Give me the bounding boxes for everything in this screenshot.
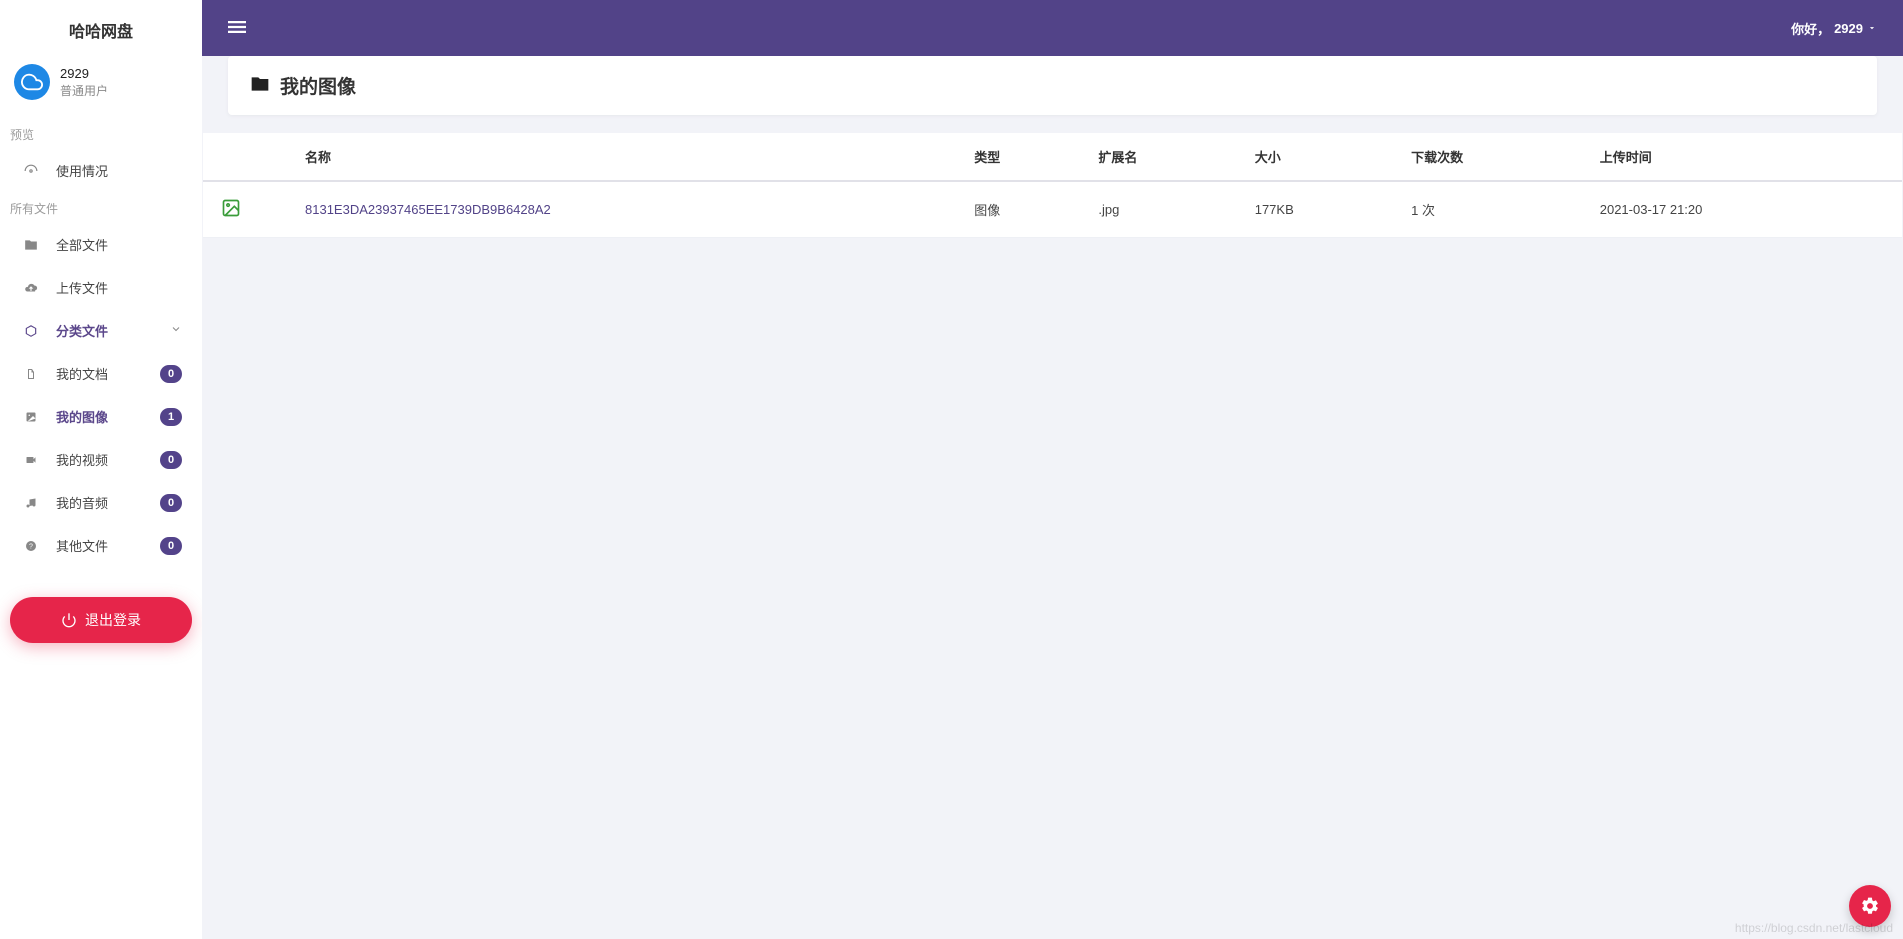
cube-icon — [20, 324, 42, 338]
sidebar-submenu: 我的文档 0 我的图像 1 我的视频 0 我的音频 0 ? 其他文件 0 — [0, 352, 202, 567]
count-badge: 0 — [160, 365, 182, 383]
chevron-down-icon — [170, 323, 182, 338]
cell-uploaded: 2021-03-17 21:20 — [1588, 181, 1902, 238]
sidebar-item-upload[interactable]: 上传文件 — [0, 266, 202, 309]
page-card: 我的图像 — [228, 56, 1877, 115]
files-table: 名称 类型 扩展名 大小 下载次数 上传时间 — [203, 133, 1902, 238]
th-ext: 扩展名 — [1086, 133, 1242, 181]
sidebar-item-label: 我的音频 — [56, 493, 160, 512]
topbar: 你好， 2929 — [202, 0, 1903, 56]
brand-logo: 哈哈网盘 — [0, 0, 202, 56]
greeting-username: 2929 — [1834, 21, 1863, 36]
image-icon — [221, 206, 241, 221]
sidebar-item-category[interactable]: 分类文件 — [0, 309, 202, 352]
sidebar-item-audio[interactable]: 我的音频 0 — [0, 481, 202, 524]
greeting-prefix: 你好， — [1791, 19, 1830, 38]
sidebar-item-videos[interactable]: 我的视频 0 — [0, 438, 202, 481]
cell-downloads: 1 次 — [1399, 181, 1588, 238]
svg-text:?: ? — [29, 543, 33, 550]
video-icon — [20, 454, 42, 466]
count-badge: 1 — [160, 408, 182, 426]
cell-ext: .jpg — [1086, 181, 1242, 238]
fab-settings-button[interactable] — [1849, 885, 1891, 927]
music-icon — [20, 497, 42, 509]
sidebar: 哈哈网盘 2929 普通用户 预览 使用情况 所有文件 全部文件 — [0, 0, 202, 939]
avatar — [14, 64, 50, 100]
cloud-upload-icon — [20, 281, 42, 295]
cell-size: 177KB — [1243, 181, 1399, 238]
sidebar-item-all[interactable]: 全部文件 — [0, 223, 202, 266]
sidebar-item-docs[interactable]: 我的文档 0 — [0, 352, 202, 395]
file-name-link[interactable]: 8131E3DA23937465EE1739DB9B6428A2 — [305, 202, 551, 217]
page-title: 我的图像 — [280, 72, 356, 99]
menu-toggle-button[interactable] — [228, 18, 246, 39]
sidebar-item-other[interactable]: ? 其他文件 0 — [0, 524, 202, 567]
sidebar-item-label: 我的图像 — [56, 407, 160, 426]
table-row: 8131E3DA23937465EE1739DB9B6428A2 图像 .jpg… — [203, 181, 1902, 238]
help-icon: ? — [20, 540, 42, 552]
logout-label: 退出登录 — [85, 610, 141, 630]
sidebar-item-label: 我的文档 — [56, 364, 160, 383]
sidebar-item-label: 上传文件 — [56, 278, 182, 297]
th-type: 类型 — [962, 133, 1086, 181]
user-meta: 2929 普通用户 — [60, 66, 108, 99]
user-info: 2929 普通用户 — [0, 56, 202, 118]
sidebar-item-label: 我的视频 — [56, 450, 160, 469]
image-icon — [20, 411, 42, 423]
section-preview: 预览 — [0, 118, 202, 149]
file-icon — [20, 368, 42, 380]
sidebar-item-usage[interactable]: 使用情况 — [0, 149, 202, 192]
page-header: 我的图像 — [228, 56, 1877, 115]
user-dropdown[interactable]: 你好， 2929 — [1791, 19, 1877, 38]
count-badge: 0 — [160, 537, 182, 555]
th-name: 名称 — [293, 133, 962, 181]
gauge-icon — [20, 164, 42, 178]
user-name: 2929 — [60, 66, 108, 81]
sidebar-item-label: 使用情况 — [56, 161, 182, 180]
th-uploaded: 上传时间 — [1588, 133, 1902, 181]
menu-icon — [228, 18, 246, 36]
count-badge: 0 — [160, 451, 182, 469]
sidebar-item-label: 其他文件 — [56, 536, 160, 555]
gear-icon — [1860, 896, 1880, 916]
sidebar-item-label: 分类文件 — [56, 321, 170, 340]
section-allfiles: 所有文件 — [0, 192, 202, 223]
th-icon — [203, 133, 293, 181]
cloud-icon — [21, 71, 43, 93]
logout-button[interactable]: 退出登录 — [10, 597, 192, 643]
count-badge: 0 — [160, 494, 182, 512]
folder-icon — [20, 238, 42, 252]
folder-icon — [250, 74, 270, 97]
th-size: 大小 — [1243, 133, 1399, 181]
th-downloads: 下载次数 — [1399, 133, 1588, 181]
sidebar-item-label: 全部文件 — [56, 235, 182, 254]
cell-type: 图像 — [962, 181, 1086, 238]
sidebar-item-images[interactable]: 我的图像 1 — [0, 395, 202, 438]
caret-down-icon — [1867, 23, 1877, 33]
power-icon — [61, 612, 77, 628]
user-role: 普通用户 — [60, 82, 108, 99]
